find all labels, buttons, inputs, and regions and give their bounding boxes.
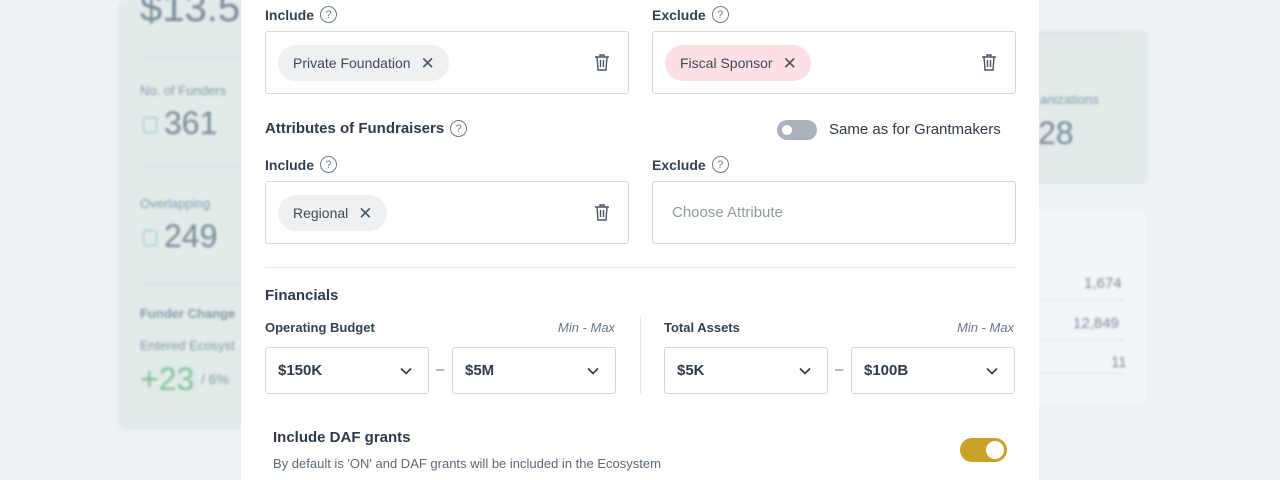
same-as-grantmakers-label: Same as for Grantmakers — [829, 121, 1001, 138]
help-icon[interactable]: ? — [711, 6, 729, 23]
assets-minmax-label: Min - Max — [957, 320, 1015, 335]
daf-title: Include DAF grants — [273, 429, 411, 446]
include-daf-toggle[interactable] — [960, 438, 1007, 462]
close-icon[interactable]: ✕ — [421, 55, 435, 72]
chevron-down-icon — [986, 367, 998, 375]
attribute-chip: Fiscal Sponsor ✕ — [665, 45, 811, 81]
bg-overlapping-label: Overlapping — [140, 196, 211, 211]
choose-attribute-placeholder: Choose Attribute — [672, 204, 783, 221]
overlap-icon — [143, 230, 157, 246]
close-icon[interactable]: ✕ — [783, 55, 797, 72]
bg-funders-label: No. of Funders — [140, 83, 226, 98]
grantmakers-include-label: Include ? — [265, 6, 338, 23]
grantmakers-include-select[interactable]: Private Foundation ✕ — [265, 31, 629, 94]
close-icon[interactable]: ✕ — [358, 205, 372, 222]
fundraisers-title: Attributes of Fundraisers ? — [265, 120, 468, 137]
divider — [265, 267, 1016, 268]
daf-description: By default is 'ON' and DAF grants will b… — [273, 456, 661, 471]
range-dash: – — [835, 361, 844, 378]
bg-total-value: $13.5 — [140, 0, 241, 30]
operating-budget-max-select[interactable]: $5M — [452, 347, 616, 394]
trash-icon[interactable] — [594, 203, 610, 221]
total-assets-label: Total Assets — [664, 320, 740, 335]
chevron-down-icon — [799, 367, 811, 375]
filter-modal: Include ? Exclude ? Private Foundation ✕… — [241, 0, 1039, 480]
bg-list-value: 1,674 — [1084, 275, 1122, 292]
attribute-chip: Regional ✕ — [278, 195, 387, 231]
bg-organizations-label: anizations — [1040, 92, 1099, 107]
grantmakers-exclude-select[interactable]: Fiscal Sponsor ✕ — [652, 31, 1016, 94]
financials-title: Financials — [265, 287, 339, 304]
operating-budget-label: Operating Budget — [265, 320, 375, 335]
fundraisers-exclude-label: Exclude ? — [652, 156, 729, 173]
same-as-grantmakers-toggle[interactable] — [777, 120, 817, 140]
bg-overlapping-value: 249 — [164, 218, 218, 254]
fundraisers-include-select[interactable]: Regional ✕ — [265, 181, 629, 244]
bg-change-value: +23 — [140, 361, 195, 397]
help-icon[interactable]: ? — [320, 6, 338, 23]
fundraisers-include-label: Include ? — [265, 156, 338, 173]
total-assets-min-select[interactable]: $5K — [664, 347, 828, 394]
bg-entered-label: Entered Ecosyst — [140, 338, 235, 353]
financials-separator — [640, 316, 641, 394]
total-assets-max-select[interactable]: $100B — [851, 347, 1015, 394]
chevron-down-icon — [400, 367, 412, 375]
help-icon[interactable]: ? — [320, 156, 338, 173]
bg-funders-value: 361 — [164, 105, 218, 141]
operating-budget-min-select[interactable]: $150K — [265, 347, 429, 394]
bg-organizations-panel — [1036, 30, 1148, 184]
bg-list-value: 12,849 — [1073, 315, 1119, 332]
fundraisers-exclude-select[interactable]: Choose Attribute — [652, 181, 1016, 244]
document-icon — [143, 117, 157, 133]
help-icon[interactable]: ? — [450, 120, 468, 137]
bg-list-panel — [1036, 210, 1146, 404]
help-icon[interactable]: ? — [711, 156, 729, 173]
trash-icon[interactable] — [594, 53, 610, 71]
operating-minmax-label: Min - Max — [558, 320, 616, 335]
grantmakers-exclude-label: Exclude ? — [652, 6, 729, 23]
trash-icon[interactable] — [981, 53, 997, 71]
attribute-chip: Private Foundation ✕ — [278, 45, 449, 81]
bg-list-value: 11 — [1111, 354, 1127, 371]
bg-organizations-value: 28 — [1038, 115, 1074, 151]
bg-funder-change-label: Funder Change — [140, 306, 236, 321]
range-dash: – — [436, 361, 445, 378]
chevron-down-icon — [587, 367, 599, 375]
bg-change-percent: / 6% — [201, 371, 230, 387]
